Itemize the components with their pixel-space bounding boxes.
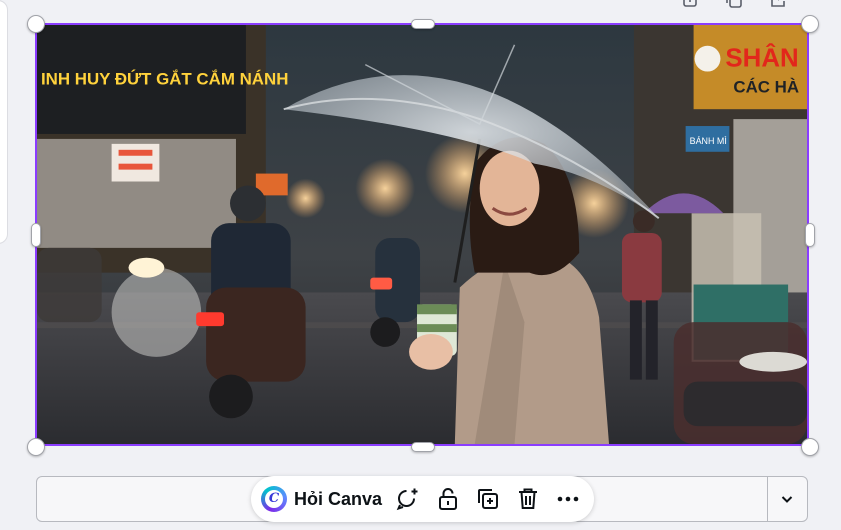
ask-canva-label: Hỏi Canva <box>294 488 383 509</box>
element-toolbar-top <box>680 0 788 10</box>
selected-photo[interactable]: INH HUY ĐỨT GẮT CẮM NÁNH SHÂN B CÁC HÀ B… <box>35 23 809 446</box>
shop-sign-right-line1: SHÂN B <box>725 43 807 73</box>
resize-handle-right[interactable] <box>805 223 815 247</box>
share-icon[interactable] <box>768 0 788 10</box>
ask-canva-button[interactable]: C Hỏi Canva <box>261 486 382 512</box>
resize-handle-bottom-right[interactable] <box>801 438 819 456</box>
chevron-down-icon[interactable] <box>767 477 807 521</box>
resize-handle-top-left[interactable] <box>27 15 45 33</box>
shop-sign-small: BÁNH MÌ <box>690 136 727 146</box>
duplicate-icon[interactable] <box>474 485 502 513</box>
shop-sign-left: INH HUY ĐỨT GẮT CẮM NÁNH <box>41 69 288 88</box>
resize-handle-left[interactable] <box>31 223 41 247</box>
more-icon[interactable] <box>554 485 582 513</box>
lock-icon[interactable] <box>434 485 462 513</box>
duplicate-icon[interactable] <box>724 0 744 10</box>
resize-handle-bottom[interactable] <box>411 442 435 452</box>
resize-handle-top[interactable] <box>411 19 435 29</box>
comment-add-icon[interactable] <box>394 485 422 513</box>
photo-scene: INH HUY ĐỨT GẮT CẮM NÁNH SHÂN B CÁC HÀ B… <box>37 25 807 444</box>
side-panel-edge <box>0 0 8 244</box>
shop-sign-right-line2: CÁC HÀ <box>733 77 799 96</box>
lock-icon[interactable] <box>680 0 700 10</box>
resize-handle-top-right[interactable] <box>801 15 819 33</box>
context-menu: C Hỏi Canva <box>251 476 595 522</box>
trash-icon[interactable] <box>514 485 542 513</box>
canva-assistant-icon: C <box>261 486 287 512</box>
resize-handle-bottom-left[interactable] <box>27 438 45 456</box>
